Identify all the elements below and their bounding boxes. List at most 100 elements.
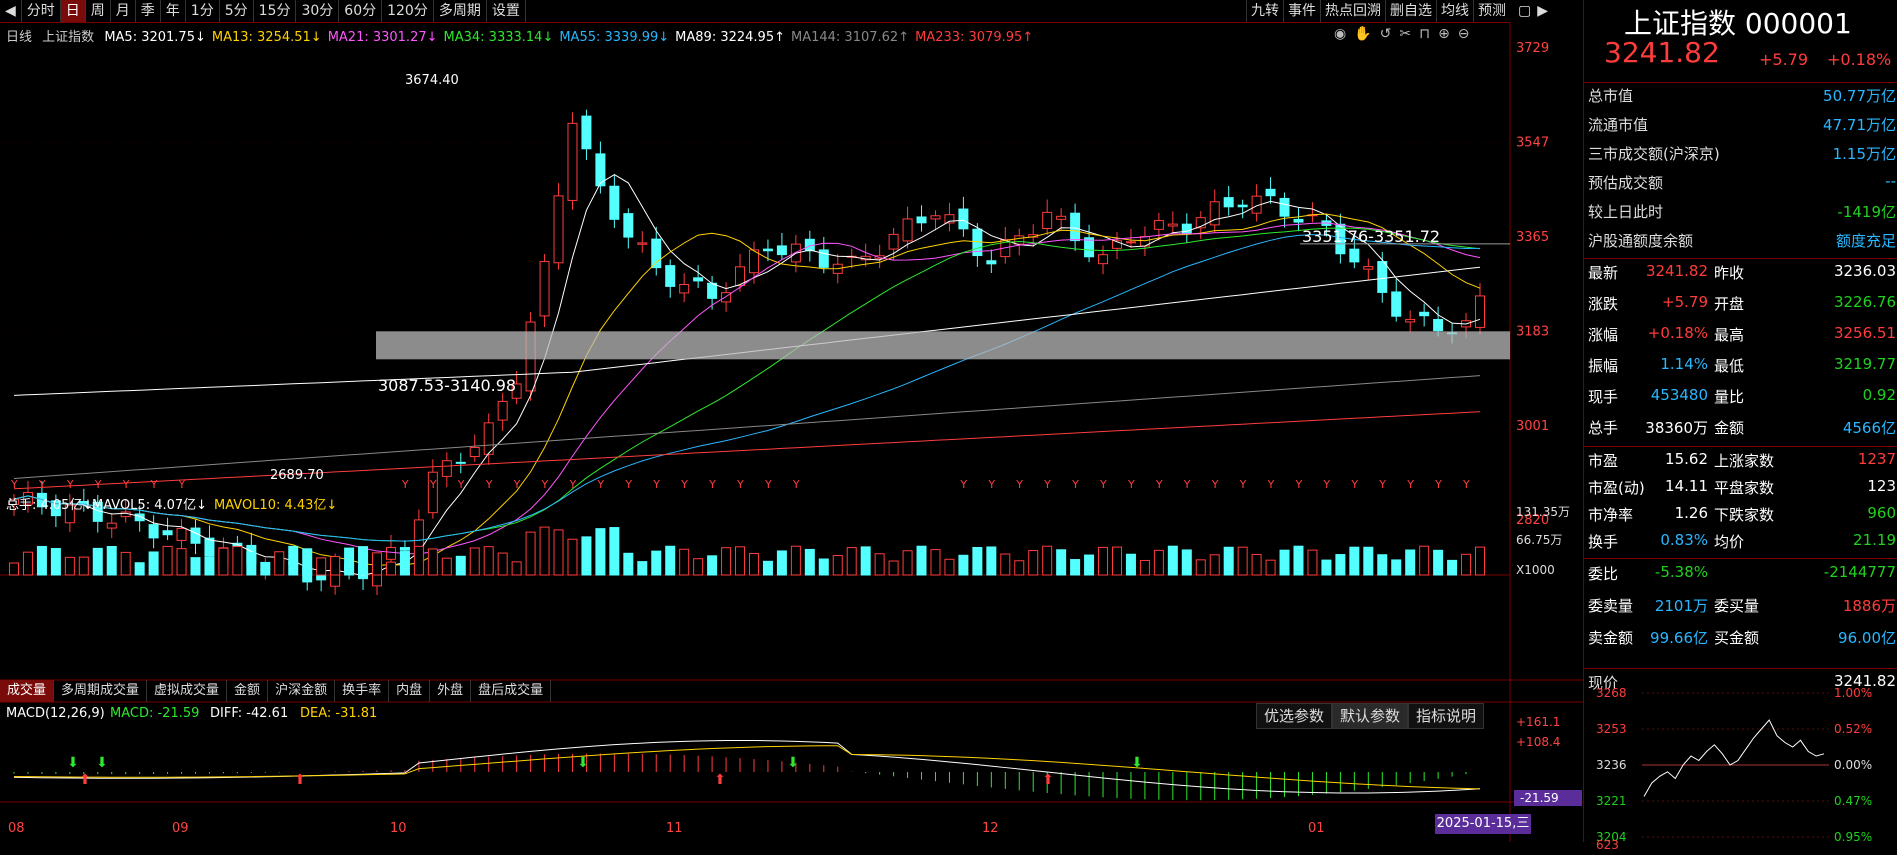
y-marker: Y [1211,478,1219,491]
volume-bar [888,560,899,576]
tool-button[interactable]: 热点回溯 [1320,0,1385,22]
param-tab[interactable]: 指标说明 [1408,703,1485,729]
minichart-pct-label: 0.00% [1834,758,1872,772]
tool-button[interactable]: 均线 [1436,0,1473,22]
period-tab[interactable]: 年 [161,0,186,22]
indicator-tab[interactable]: 多周期成交量 [54,680,148,702]
volume-bar [818,558,829,576]
panel-value: 1.26 [1674,504,1708,522]
indicator-tab[interactable]: 沪深金额 [268,680,336,702]
date-axis-label: 11 [666,821,683,836]
buy-signal-icon: ⬆ [79,772,91,788]
candle-body [707,282,718,299]
candle-body [609,185,620,220]
period-tab[interactable]: 15分 [254,0,297,22]
volume-bar [316,557,327,576]
volume-bar [1293,545,1304,576]
panel-label: 振幅 [1588,357,1619,375]
y-marker: Y [708,478,716,491]
volume-bar [860,546,871,576]
buy-signal-icon: ⬆ [294,772,306,788]
y-marker: Y [1043,478,1051,491]
candle-body [888,233,899,250]
period-tab[interactable]: 120分 [382,0,434,22]
volume-bar [958,554,969,576]
indicator-tab[interactable]: 金额 [227,680,269,702]
candle-body [1056,215,1067,220]
candle-body [553,195,564,264]
candle-body [1475,295,1485,328]
period-tab[interactable]: 60分 [339,0,383,22]
indicator-tab[interactable]: 换手率 [335,680,390,702]
y-marker: Y [513,478,521,491]
panel-label: 买金额 [1714,629,1760,647]
y-marker: Y [457,478,465,491]
indicator-tab[interactable]: 外盘 [430,680,472,702]
price-axis-label: 3365 [1516,230,1549,245]
period-tab[interactable]: 季 [136,0,161,22]
back-icon[interactable]: ◀ [0,0,22,22]
panel-row: 流通市值 47.71万亿 [1584,114,1897,142]
tool-button[interactable]: 九转 [1246,0,1283,22]
volume-bar [120,551,131,576]
period-tab[interactable]: 5分 [220,0,254,22]
candle-body [497,400,508,421]
period-tab[interactable]: 分时 [22,0,61,22]
window-icon[interactable]: ▢ [1518,0,1531,22]
panel-row: 振幅 1.14% 最低 3219.77 [1584,355,1897,383]
date-cursor: 2025-01-15,三 [1435,814,1531,834]
panel-row: 预估成交额 -- [1584,172,1897,200]
period-tab[interactable]: 30分 [296,0,340,22]
panel-row: 较上日此时 -1419亿 [1584,201,1897,229]
panel-row: 市净率 1.26 下跌家数 960 [1584,504,1897,532]
period-tab[interactable]: 日 [60,0,86,22]
candle-body [776,245,787,256]
volume-bar [1377,554,1388,576]
panel-label: 上涨家数 [1714,452,1775,470]
panel-label: 均价 [1714,533,1745,551]
low-label: 2689.70 [270,468,324,483]
y-marker: Y [959,478,967,491]
panel-row: 三市成交额(沪深京) 1.15万亿 [1584,143,1897,171]
indicator-tab[interactable]: 内盘 [389,680,431,702]
volume-bar [846,547,857,576]
candle-body [1125,241,1136,244]
panel-label: 较上日此时 [1588,203,1664,221]
candle-body [399,547,410,551]
volume-bar [50,547,61,576]
param-tab[interactable]: 默认参数 [1332,703,1409,729]
period-tab[interactable]: 设置 [487,0,526,22]
candle-body [1293,218,1304,223]
quote-panel: 上证指数 000001 3241.82 +5.79 +0.18% 总市值 50.7… [1583,0,1897,852]
panel-label: 量比 [1714,388,1745,406]
intraday-minichart[interactable]: 3268 1.00%3253 0.52%3236 0.00%3221 0.47%3204… [1584,685,1897,855]
indicator-tab[interactable]: 虚拟成交量 [147,680,228,702]
tool-button[interactable]: 预测 [1473,0,1510,22]
candle-body [539,261,550,317]
period-tab[interactable]: 1分 [186,0,220,22]
volume-bar [22,551,33,576]
diff-line [13,739,1481,794]
panel-value: 0.92 [1862,386,1896,404]
volume-bar [1475,546,1485,576]
period-tab[interactable]: 月 [111,0,136,22]
indicator-tab[interactable]: 盘后成交量 [471,680,552,702]
candle-body [1153,220,1164,230]
tool-button[interactable]: 删自选 [1385,0,1436,22]
panel-value: 额度充足 [1835,232,1896,250]
candle-body [441,460,452,477]
resistance-label: 3351.76-3351.72 [1302,227,1440,246]
y-marker: Y [122,478,130,491]
period-tab[interactable]: 多周期 [434,0,487,22]
param-tab[interactable]: 优选参数 [1256,703,1333,729]
indicator-tab[interactable]: 成交量 [0,680,55,702]
volume-bar [1209,554,1220,576]
y-marker: Y [1183,478,1191,491]
dea-line [13,745,1481,790]
tool-button[interactable]: 事件 [1283,0,1320,22]
period-tab[interactable]: 周 [86,0,111,22]
ma-line [13,234,1481,542]
y-marker: Y [1127,478,1135,491]
collapse-icon[interactable]: ▶ [1537,0,1548,22]
volume-bar [1014,560,1025,576]
